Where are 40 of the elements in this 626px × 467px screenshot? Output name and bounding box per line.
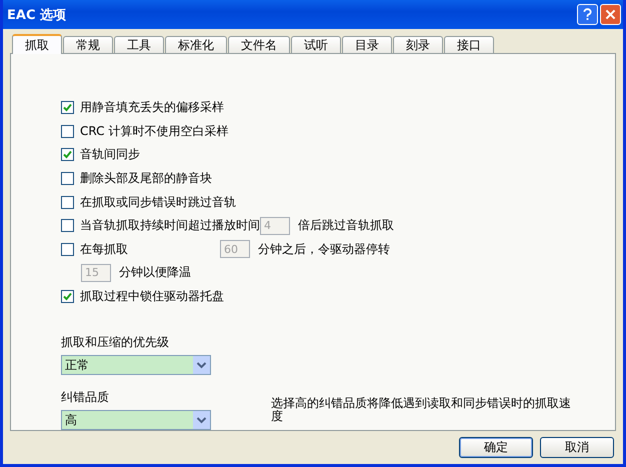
option-label: 分钟以便降温 (119, 264, 191, 282)
checkbox[interactable] (61, 148, 74, 162)
ok-button[interactable]: 确定 (459, 437, 533, 458)
hint-text: 选择高的纠错品质将降低遇到读取和同步错误时的抓取速度 (271, 397, 572, 426)
field-label: 抓取和压缩的优先级 (61, 335, 169, 350)
option-label: 抓取过程中锁住驱动器托盘 (80, 288, 224, 305)
chevron-down-icon (193, 411, 210, 430)
option-label: 音轨间同步 (80, 146, 140, 164)
close-icon[interactable] (600, 4, 621, 25)
checkbox[interactable] (61, 172, 74, 185)
tab[interactable]: 标准化 (165, 36, 227, 53)
tab[interactable]: 目录 (342, 36, 392, 53)
option-label: 在抓取或同步错误时跳过音轨 (80, 194, 236, 211)
tab[interactable]: 工具 (114, 36, 164, 53)
tab[interactable]: 常规 (63, 36, 113, 53)
checkbox[interactable] (61, 124, 74, 138)
option-label: 分钟之后，令驱动器停转 (258, 240, 390, 258)
checkbox[interactable] (61, 290, 74, 303)
cancel-button[interactable]: 取消 (540, 437, 614, 458)
window-title: EAC 选项 (7, 6, 68, 24)
dropdown[interactable]: 正常 (61, 355, 211, 376)
field-label: 纠错品质 (61, 390, 109, 404)
option-label: 倍后跳过音轨抓取 (298, 217, 394, 234)
help-icon[interactable] (577, 4, 598, 25)
tab[interactable]: 抓取 (12, 34, 62, 54)
option-label: 用静音填充丢失的偏移采样 (80, 99, 224, 116)
option-label: 当音轨抓取持续时间超过播放时间 (80, 217, 260, 234)
checkbox[interactable] (61, 219, 74, 232)
tab[interactable]: 试听 (291, 36, 341, 53)
checkbox[interactable] (61, 242, 74, 256)
dropdown[interactable]: 高 (61, 410, 211, 430)
option-label: CRC 计算时不使用空白采样 (80, 122, 228, 140)
option-label: 删除头部及尾部的静音块 (80, 170, 212, 187)
option-label: 在每抓取 (80, 240, 129, 258)
tab[interactable]: 刻录 (393, 36, 443, 53)
checkbox[interactable] (61, 196, 74, 209)
checkbox[interactable] (61, 101, 74, 114)
tab[interactable]: 接口 (444, 36, 494, 53)
chevron-down-icon (193, 356, 210, 374)
tab[interactable]: 文件名 (228, 36, 290, 53)
